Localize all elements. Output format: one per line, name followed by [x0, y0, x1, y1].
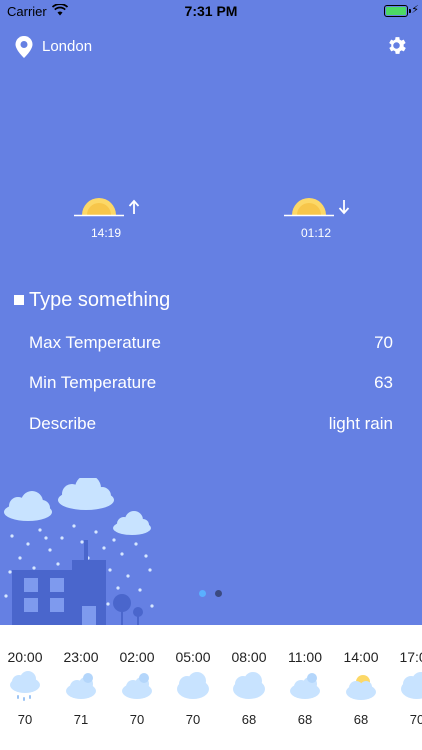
- row-value: 63: [374, 373, 393, 392]
- page-indicator[interactable]: [199, 590, 229, 598]
- page-dot[interactable]: [215, 590, 222, 597]
- rainy-city-illustration: [4, 478, 154, 625]
- row-value: 70: [374, 333, 393, 352]
- forecast-item[interactable]: 02:00 70: [109, 625, 165, 750]
- forecast-temp: 70: [129, 712, 145, 727]
- sunrise-time: 14:19: [90, 226, 122, 240]
- describe-row: Describe light rain: [29, 414, 393, 434]
- page-dot-active[interactable]: [199, 590, 206, 597]
- forecast-time: 23:00: [63, 649, 99, 665]
- forecast-item[interactable]: 08:00 68: [221, 625, 277, 750]
- status-bar: Carrier 7:31 PM ⚡: [0, 0, 422, 22]
- battery-icon: [384, 5, 411, 17]
- rain-cloud-icon: [66, 673, 96, 699]
- row-label: Describe: [29, 414, 97, 433]
- forecast-temp: 70: [409, 712, 422, 727]
- forecast-time: 05:00: [175, 649, 211, 665]
- forecast-temp: 71: [73, 712, 89, 727]
- forecast-item[interactable]: 20:00 70: [0, 625, 53, 750]
- note-title[interactable]: Type something: [29, 289, 170, 312]
- forecast-temp: 68: [297, 712, 313, 727]
- charging-icon: ⚡: [411, 4, 419, 16]
- max-temperature-row: Max Temperature 70: [29, 333, 393, 353]
- forecast-time: 08:00: [231, 649, 267, 665]
- sunset-time: 01:12: [300, 226, 332, 240]
- forecast-temp: 70: [185, 712, 201, 727]
- sun-cloud-icon: [346, 675, 376, 700]
- sunrise-icon: [74, 198, 140, 217]
- rain-cloud-icon: [233, 672, 265, 699]
- rain-cloud-icon: [122, 673, 152, 699]
- note-checkbox[interactable]: [14, 295, 24, 305]
- row-value: light rain: [328, 414, 393, 433]
- rain-cloud-icon: [290, 673, 320, 699]
- forecast-time: 17:00: [399, 649, 422, 665]
- forecast-time: 11:00: [288, 649, 322, 665]
- forecast-item[interactable]: 11:00 68: [277, 625, 333, 750]
- forecast-item[interactable]: 17:00 70: [389, 625, 422, 750]
- rain-cloud-icon: [10, 671, 40, 701]
- forecast-temp: 68: [241, 712, 257, 727]
- forecast-time: 14:00: [343, 649, 379, 665]
- location-pin-icon[interactable]: [14, 35, 34, 59]
- forecast-time: 20:00: [7, 649, 43, 665]
- forecast-item[interactable]: 23:00 71: [53, 625, 109, 750]
- forecast-temp: 70: [17, 712, 33, 727]
- forecast-time: 02:00: [119, 649, 155, 665]
- settings-gear-icon[interactable]: [385, 34, 408, 57]
- hourly-forecast-strip[interactable]: 20:00 70 23:00 71 02:00 70 05:00 70 08:0…: [0, 625, 422, 750]
- rain-cloud-icon: [177, 672, 209, 699]
- min-temperature-row: Min Temperature 63: [29, 373, 393, 393]
- city-name[interactable]: London: [42, 38, 92, 55]
- row-label: Max Temperature: [29, 333, 161, 352]
- status-time: 7:31 PM: [184, 3, 238, 19]
- forecast-item[interactable]: 14:00 68: [333, 625, 389, 750]
- sunset-icon: [284, 198, 350, 217]
- forecast-temp: 68: [353, 712, 369, 727]
- forecast-item[interactable]: 05:00 70: [165, 625, 221, 750]
- rain-cloud-icon: [401, 672, 422, 699]
- weather-main-panel: Carrier 7:31 PM ⚡ London 14:19 01:12 Typ…: [0, 0, 422, 625]
- row-label: Min Temperature: [29, 373, 157, 392]
